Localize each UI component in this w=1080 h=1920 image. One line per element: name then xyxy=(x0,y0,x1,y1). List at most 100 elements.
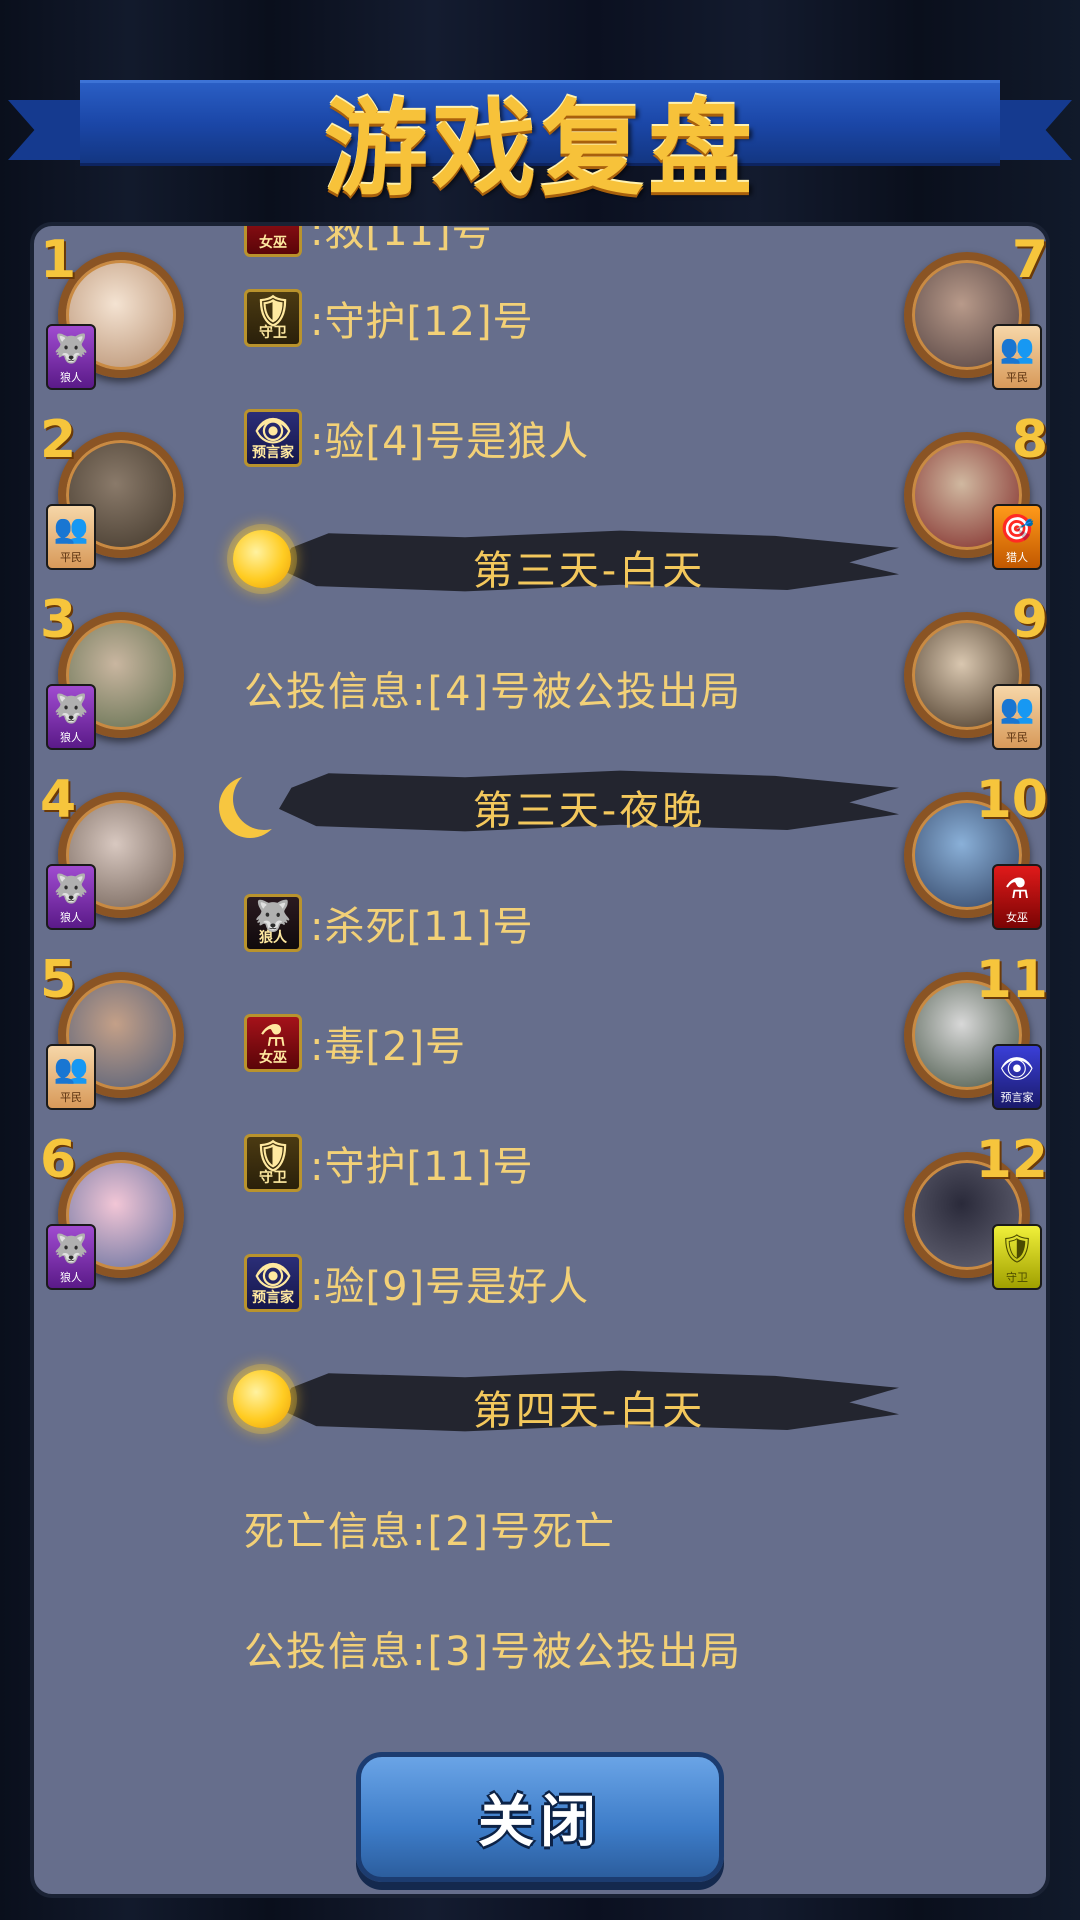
wolf-role-badge: 🐺 狼人 xyxy=(46,1224,96,1290)
villager-icon: 👥 xyxy=(53,1052,89,1085)
role-label: 狼人 xyxy=(60,911,82,924)
wolf-icon: 🐺 xyxy=(53,332,89,365)
guard-role-badge: 🛡 守卫 xyxy=(992,1224,1042,1290)
player-2[interactable]: 2 👥 平民 xyxy=(40,410,196,570)
log-entry-text: :验[9]号是好人 xyxy=(310,1264,590,1310)
info-text: 公投信息:[3]号被公投出局 xyxy=(244,1629,743,1675)
villager-role-badge: 👥 平民 xyxy=(46,504,96,570)
player-1[interactable]: 1 🐺 狼人 xyxy=(40,230,196,390)
day-header-text: 第三天-夜晚 xyxy=(472,788,706,834)
villager-icon: 👥 xyxy=(999,332,1035,365)
player-7[interactable]: 7 👥 平民 xyxy=(892,230,1048,390)
seer-icon: 👁 预言家 xyxy=(244,409,302,467)
wolf-role-badge: 🐺 狼人 xyxy=(46,324,96,390)
role-label: 平民 xyxy=(60,1091,82,1104)
close-button-label: 关闭 xyxy=(478,1789,602,1855)
seer-glyph: 👁 xyxy=(253,1259,293,1294)
villager-role-badge: 👥 平民 xyxy=(46,1044,96,1110)
day-header-day: 第三天-白天 xyxy=(219,516,909,606)
villager-role-badge: 👥 平民 xyxy=(992,684,1042,750)
title-banner: 游戏复盘 xyxy=(0,70,1080,210)
log-entry-text: :验[4]号是狼人 xyxy=(310,419,590,465)
role-label: 平民 xyxy=(1006,731,1028,744)
villager-role-badge: 👥 平民 xyxy=(992,324,1042,390)
witch-icon: ⚗ 女巫 xyxy=(244,1014,302,1072)
day-header-day: 第四天-白天 xyxy=(219,1356,909,1446)
day-header-text: 第三天-白天 xyxy=(472,548,706,594)
log-entry: 🛡 守卫:守护[12]号 xyxy=(244,286,534,350)
log-entry-text: :守护[12]号 xyxy=(310,299,534,345)
guard-icon: 🛡 守卫 xyxy=(244,289,302,347)
witch-icon: ⚗ xyxy=(1004,872,1030,905)
villager-icon: 👥 xyxy=(999,692,1035,725)
witch-glyph: ⚗ xyxy=(259,1019,287,1054)
log-entry: 👁 预言家:验[9]号是好人 xyxy=(244,1251,589,1315)
hunter-icon: 🎯 xyxy=(999,512,1035,545)
hunter-role-badge: 🎯 猎人 xyxy=(992,504,1042,570)
close-button[interactable]: 关闭 xyxy=(356,1752,724,1882)
player-5[interactable]: 5 👥 平民 xyxy=(40,950,196,1110)
role-label: 猎人 xyxy=(1006,551,1028,564)
log-entry: 👁 预言家:验[4]号是狼人 xyxy=(244,406,589,470)
player-12[interactable]: 12 🛡 守卫 xyxy=(892,1130,1048,1290)
guard-icon: 🛡 xyxy=(999,1232,1035,1265)
player-4[interactable]: 4 🐺 狼人 xyxy=(40,770,196,930)
log-entry-text: :救[11]号 xyxy=(310,222,493,255)
player-number: 11 xyxy=(975,950,1048,1010)
wolf-icon: 🐺 狼人 xyxy=(244,894,302,952)
role-label: 平民 xyxy=(60,551,82,564)
role-label: 平民 xyxy=(1006,371,1028,384)
witch-icon: 女巫 xyxy=(244,226,302,257)
day-header-text: 第四天-白天 xyxy=(472,1388,706,1434)
player-number: 7 xyxy=(1011,230,1048,290)
log-entry: 🛡 守卫:守护[11]号 xyxy=(244,1131,534,1195)
day-header-night: 第三天-夜晚 xyxy=(219,756,909,846)
log-entry-partial: 女巫 :救[11]号 xyxy=(244,222,493,260)
log-entry-text: :守护[11]号 xyxy=(310,1144,534,1190)
player-number: 12 xyxy=(975,1130,1048,1190)
seer-role-badge: 👁 预言家 xyxy=(992,1044,1042,1110)
player-6[interactable]: 6 🐺 狼人 xyxy=(40,1130,196,1290)
seer-icon: 👁 预言家 xyxy=(244,1254,302,1312)
player-number: 6 xyxy=(40,1130,77,1190)
villager-icon: 👥 xyxy=(53,512,89,545)
role-label: 预言家 xyxy=(1000,1091,1034,1104)
wolf-icon: 🐺 xyxy=(53,1232,89,1265)
player-number: 4 xyxy=(40,770,77,830)
role-label: 狼人 xyxy=(60,731,82,744)
player-number: 3 xyxy=(40,590,77,650)
player-3[interactable]: 3 🐺 狼人 xyxy=(40,590,196,750)
page-title: 游戏复盘 xyxy=(323,88,756,210)
seer-icon: 👁 xyxy=(999,1052,1035,1085)
player-number: 10 xyxy=(975,770,1048,830)
role-label: 狼人 xyxy=(60,371,82,384)
player-10[interactable]: 10 ⚗ 女巫 xyxy=(892,770,1048,930)
seer-glyph: 👁 xyxy=(253,414,293,449)
player-number: 8 xyxy=(1011,410,1048,470)
player-number: 5 xyxy=(40,950,77,1010)
role-label: 狼人 xyxy=(60,1271,82,1284)
player-11[interactable]: 11 👁 预言家 xyxy=(892,950,1048,1110)
player-number: 1 xyxy=(40,230,77,290)
player-number: 9 xyxy=(1011,590,1048,650)
player-9[interactable]: 9 👥 平民 xyxy=(892,590,1048,750)
info-text: 公投信息:[4]号被公投出局 xyxy=(244,669,743,715)
player-8[interactable]: 8 🎯 猎人 xyxy=(892,410,1048,570)
role-label: 守卫 xyxy=(1006,1271,1028,1284)
guard-glyph: 🛡 xyxy=(253,1139,293,1174)
log-entry: 🐺 狼人:杀死[11]号 xyxy=(244,891,534,955)
log-entry-text: :杀死[11]号 xyxy=(310,904,534,950)
info-text: 死亡信息:[2]号死亡 xyxy=(244,1509,617,1555)
guard-icon: 🛡 守卫 xyxy=(244,1134,302,1192)
wolf-role-badge: 🐺 狼人 xyxy=(46,684,96,750)
wolf-glyph: 🐺 xyxy=(254,899,292,934)
wolf-role-badge: 🐺 狼人 xyxy=(46,864,96,930)
log-entry: ⚗ 女巫:毒[2]号 xyxy=(244,1011,466,1075)
guard-glyph: 🛡 xyxy=(253,294,293,329)
wolf-icon: 🐺 xyxy=(53,692,89,725)
log-entry-text: :毒[2]号 xyxy=(310,1024,467,1070)
witch-role-badge: ⚗ 女巫 xyxy=(992,864,1042,930)
role-label: 女巫 xyxy=(1006,911,1028,924)
role-icon-label: 女巫 xyxy=(259,235,287,251)
player-number: 2 xyxy=(40,410,77,470)
